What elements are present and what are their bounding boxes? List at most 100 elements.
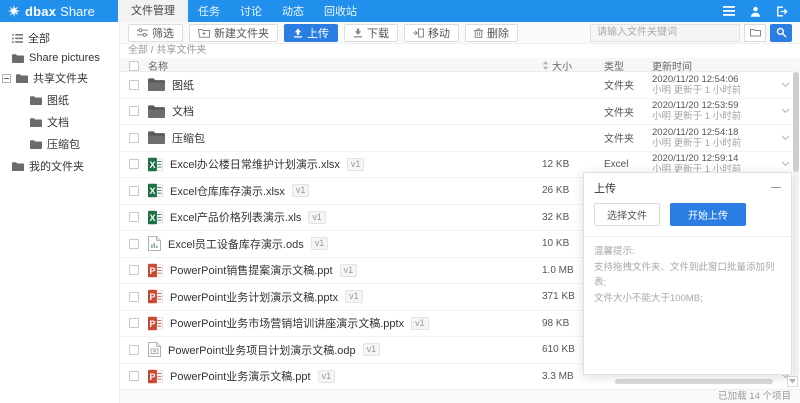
nav-item[interactable]: 动态 bbox=[282, 3, 304, 19]
version-badge: v1 bbox=[317, 369, 336, 383]
new-folder-icon bbox=[198, 28, 210, 38]
sidebar-item-share-pictures[interactable]: Share pictures bbox=[0, 49, 119, 67]
file-name[interactable]: 图纸 bbox=[172, 77, 194, 93]
vertical-scrollbar-thumb[interactable] bbox=[793, 72, 799, 172]
file-name-cell[interactable]: P PowerPoint销售提案演示文稿.ppt v1 bbox=[148, 262, 542, 278]
row-checkbox[interactable] bbox=[129, 371, 139, 382]
file-name[interactable]: Excel产品价格列表演示.xls bbox=[170, 209, 301, 225]
download-button[interactable]: 下载 bbox=[344, 23, 398, 42]
breadcrumb[interactable]: 全部 / 共享文件夹 bbox=[120, 45, 800, 57]
file-name[interactable]: Excel员工设备库存演示.ods bbox=[168, 236, 304, 252]
checkbox-cell bbox=[120, 106, 148, 117]
move-button[interactable]: 移动 bbox=[404, 23, 459, 42]
checkbox-cell bbox=[120, 344, 148, 355]
version-badge: v1 bbox=[310, 237, 329, 251]
logout-icon[interactable] bbox=[776, 6, 788, 17]
column-header-size[interactable]: 大小 bbox=[552, 58, 572, 73]
folder-icon bbox=[148, 131, 165, 145]
file-name-cell[interactable]: 压缩包 bbox=[148, 130, 542, 146]
excel-file-icon: X bbox=[148, 157, 163, 172]
updated-by: 小明 更新于 1 小时前 bbox=[652, 111, 742, 123]
sidebar-item-label: 压缩包 bbox=[47, 139, 80, 151]
file-name[interactable]: PowerPoint业务演示文稿.ppt bbox=[170, 368, 311, 384]
file-name[interactable]: PowerPoint业务市场营销培训讲座演示文稿.pptx bbox=[170, 315, 404, 331]
minimize-icon[interactable] bbox=[771, 183, 781, 193]
version-badge: v1 bbox=[346, 157, 365, 171]
row-checkbox[interactable] bbox=[129, 291, 139, 302]
updated-cell: 2020/11/20 12:54:18 小明 更新于 1 小时前 bbox=[652, 127, 770, 149]
toolbar-buttons: 筛选 新建文件夹 上传 下载 移动 删除 bbox=[128, 23, 518, 42]
nav-item[interactable]: 任务 bbox=[198, 3, 220, 19]
start-upload-button[interactable]: 开始上传 bbox=[670, 203, 746, 226]
file-name-cell[interactable]: P PowerPoint业务计划演示文稿.pptx v1 bbox=[148, 289, 542, 305]
column-header-updated[interactable]: 更新时间 bbox=[652, 58, 770, 73]
sidebar-item-my-folders[interactable]: 我的文件夹 bbox=[0, 155, 119, 177]
sort-icon[interactable] bbox=[542, 61, 549, 70]
menu-icon[interactable] bbox=[723, 6, 735, 16]
choose-file-button[interactable]: 选择文件 bbox=[594, 203, 660, 226]
upload-button[interactable]: 上传 bbox=[284, 23, 338, 42]
delete-button[interactable]: 删除 bbox=[465, 23, 518, 42]
file-name-cell[interactable]: P PowerPoint业务市场营销培训讲座演示文稿.pptx v1 bbox=[148, 315, 542, 331]
search-input[interactable] bbox=[590, 23, 740, 42]
folder-search-button[interactable] bbox=[744, 23, 766, 42]
file-name-cell[interactable]: X Excel仓库库存演示.xlsx v1 bbox=[148, 183, 542, 199]
file-name-cell[interactable]: Excel员工设备库存演示.ods v1 bbox=[148, 236, 542, 252]
file-name[interactable]: PowerPoint销售提案演示文稿.ppt bbox=[170, 262, 333, 278]
row-checkbox[interactable] bbox=[129, 265, 139, 276]
checkbox-cell bbox=[120, 291, 148, 302]
row-checkbox[interactable] bbox=[129, 344, 139, 355]
folder-icon bbox=[30, 95, 42, 105]
collapse-toggle-icon[interactable] bbox=[2, 73, 11, 83]
folder-icon bbox=[12, 161, 24, 171]
sidebar-item-documents[interactable]: 文档 bbox=[0, 111, 119, 133]
button-label: 新建文件夹 bbox=[214, 27, 269, 40]
file-name[interactable]: 文档 bbox=[172, 103, 194, 119]
sidebar-item-drawings[interactable]: 图纸 bbox=[0, 89, 119, 111]
svg-text:X: X bbox=[150, 186, 156, 196]
table-row[interactable]: 文档 文件夹 2020/11/20 12:53:59 小明 更新于 1 小时前 bbox=[120, 98, 800, 125]
search-button[interactable] bbox=[770, 23, 792, 42]
sidebar-item-all[interactable]: 全部 bbox=[0, 27, 119, 49]
table-row[interactable]: 压缩包 文件夹 2020/11/20 12:54:18 小明 更新于 1 小时前 bbox=[120, 125, 800, 152]
file-name[interactable]: 压缩包 bbox=[172, 130, 205, 146]
nav-item[interactable]: 回收站 bbox=[324, 3, 357, 19]
horizontal-scrollbar-thumb[interactable] bbox=[615, 379, 773, 384]
file-name-cell[interactable]: P PowerPoint业务演示文稿.ppt v1 bbox=[148, 368, 542, 384]
row-checkbox[interactable] bbox=[129, 185, 139, 196]
table-row[interactable]: 图纸 文件夹 2020/11/20 12:54:06 小明 更新于 1 小时前 bbox=[120, 72, 800, 99]
row-checkbox[interactable] bbox=[129, 238, 139, 249]
file-name-cell[interactable]: X Excel产品价格列表演示.xls v1 bbox=[148, 209, 542, 225]
select-all-checkbox[interactable] bbox=[129, 60, 139, 71]
items-loaded-count: 已加载 14 个项目 bbox=[718, 391, 791, 402]
row-checkbox[interactable] bbox=[129, 106, 139, 117]
app-logo[interactable]: dbax Share bbox=[0, 4, 118, 19]
row-checkbox[interactable] bbox=[129, 132, 139, 143]
file-name-cell[interactable]: X Excel办公楼日常维护计划演示.xlsx v1 bbox=[148, 156, 542, 172]
new-folder-button[interactable]: 新建文件夹 bbox=[189, 23, 278, 42]
file-name-cell[interactable]: PowerPoint业务项目计划演示文稿.odp v1 bbox=[148, 342, 542, 358]
user-icon[interactable] bbox=[750, 6, 761, 17]
checkbox-cell bbox=[120, 265, 148, 276]
version-badge: v1 bbox=[308, 210, 326, 224]
scrollbar-down-arrow[interactable] bbox=[787, 376, 798, 387]
sidebar-item-shared-folders[interactable]: 共享文件夹 bbox=[0, 67, 119, 89]
row-checkbox[interactable] bbox=[129, 212, 139, 223]
checkbox-cell bbox=[120, 159, 148, 170]
file-name[interactable]: Excel仓库库存演示.xlsx bbox=[170, 183, 285, 199]
column-header-name[interactable]: 名称 bbox=[148, 58, 542, 73]
file-name[interactable]: Excel办公楼日常维护计划演示.xlsx bbox=[170, 156, 340, 172]
file-name-cell[interactable]: 文档 bbox=[148, 103, 542, 119]
row-checkbox[interactable] bbox=[129, 159, 139, 170]
filter-button[interactable]: 筛选 bbox=[128, 23, 183, 42]
sidebar-item-archives[interactable]: 压缩包 bbox=[0, 133, 119, 155]
row-checkbox[interactable] bbox=[129, 79, 139, 90]
file-name-cell[interactable]: 图纸 bbox=[148, 77, 542, 93]
file-name[interactable]: PowerPoint业务计划演示文稿.pptx bbox=[170, 289, 338, 305]
row-checkbox[interactable] bbox=[129, 318, 139, 329]
top-bar: dbax Share 文件管理 任务 讨论 动态 回收站 bbox=[0, 0, 800, 22]
column-header-type[interactable]: 类型 bbox=[604, 58, 652, 73]
nav-item[interactable]: 讨论 bbox=[240, 3, 262, 19]
tab-file-management[interactable]: 文件管理 bbox=[118, 0, 188, 22]
file-name[interactable]: PowerPoint业务项目计划演示文稿.odp bbox=[168, 342, 356, 358]
